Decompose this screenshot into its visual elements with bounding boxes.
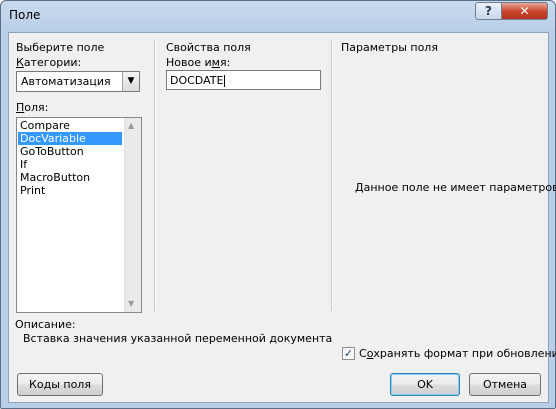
list-item[interactable]: Print bbox=[18, 184, 122, 197]
dialog-body: Выберите поле Категории: Автоматизация ▼… bbox=[8, 32, 556, 403]
preserve-format-label-end: хранять формат при обновлении bbox=[373, 347, 556, 360]
new-name-label: Новое имя: bbox=[166, 56, 230, 69]
new-name-label-mnemonic: м bbox=[211, 56, 220, 69]
ok-label: OK bbox=[417, 378, 433, 391]
column-divider-left bbox=[154, 39, 156, 311]
categories-label: Категории: bbox=[16, 56, 81, 69]
fields-label-rest: оля: bbox=[24, 101, 49, 114]
categories-label-mnemonic: К bbox=[16, 56, 24, 69]
categories-value: Автоматизация bbox=[21, 75, 111, 88]
close-button[interactable]: ✕ bbox=[501, 2, 548, 20]
column-divider-right bbox=[331, 39, 333, 311]
preserve-format-checkbox[interactable]: ✓ bbox=[342, 347, 355, 360]
fields-scrollbar[interactable]: ▲ ▼ bbox=[124, 118, 141, 312]
choose-field-heading: Выберите поле bbox=[16, 41, 105, 54]
fields-label: Поля: bbox=[16, 101, 48, 114]
categories-dropdown[interactable]: Автоматизация ▼ bbox=[16, 71, 140, 92]
new-name-input[interactable]: DOCDATE bbox=[166, 70, 321, 90]
title-bar[interactable]: Поле ? ✕ bbox=[1, 1, 555, 31]
new-name-text: DOCDATE bbox=[170, 74, 224, 87]
list-item[interactable]: GoToButton bbox=[18, 145, 122, 158]
no-params-text: Данное поле не имеет параметров bbox=[355, 181, 556, 194]
preserve-format-label[interactable]: Сохранять формат при обновлении bbox=[359, 347, 556, 360]
preserve-format-label-start: С bbox=[359, 347, 367, 360]
field-codes-button[interactable]: Коды поля bbox=[17, 373, 103, 396]
list-item-selected[interactable]: DocVariable bbox=[18, 132, 122, 145]
chevron-down-icon[interactable]: ▼ bbox=[122, 72, 139, 91]
checkmark-icon: ✓ bbox=[343, 347, 354, 360]
field-properties-heading: Свойства поля bbox=[166, 41, 251, 54]
ok-button[interactable]: OK bbox=[390, 373, 460, 396]
list-item[interactable]: If bbox=[18, 158, 122, 171]
field-codes-label: Коды поля bbox=[29, 378, 91, 391]
help-button[interactable]: ? bbox=[475, 2, 502, 20]
fields-listbox[interactable]: Compare DocVariable GoToButton If MacroB… bbox=[16, 117, 142, 313]
new-name-label-end: я: bbox=[219, 56, 231, 69]
list-item[interactable]: Compare bbox=[18, 119, 122, 132]
description-label: Описание: bbox=[15, 318, 76, 331]
scroll-up-icon[interactable]: ▲ bbox=[128, 121, 134, 130]
field-options-heading: Параметры поля bbox=[341, 41, 438, 54]
cancel-label: Отмена bbox=[482, 378, 528, 391]
scroll-down-icon[interactable]: ▼ bbox=[128, 299, 134, 308]
categories-label-rest: атегории: bbox=[23, 56, 82, 69]
list-item[interactable]: MacroButton bbox=[18, 171, 122, 184]
new-name-label-start: Новое и bbox=[166, 56, 212, 69]
new-name-value: DOCDATE bbox=[170, 74, 226, 87]
description-text: Вставка значения указанной переменной до… bbox=[23, 332, 333, 345]
cancel-button[interactable]: Отмена bbox=[469, 373, 541, 396]
window-title: Поле bbox=[9, 8, 41, 22]
text-caret bbox=[224, 75, 226, 87]
dialog-window: Поле ? ✕ Выберите поле Категории: Автома… bbox=[0, 0, 556, 409]
